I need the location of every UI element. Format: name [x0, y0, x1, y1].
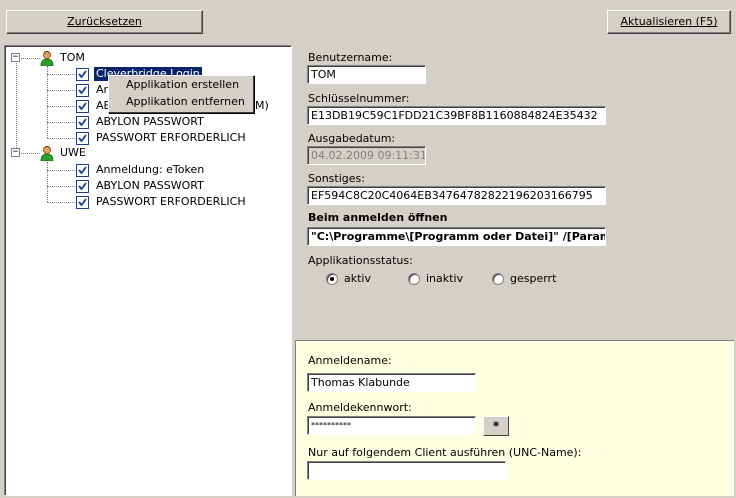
tree-line — [47, 162, 48, 202]
reveal-password-button[interactable]: * — [483, 416, 509, 436]
reset-button-label: Zurücksetzen — [67, 15, 142, 28]
tree-line — [47, 202, 75, 203]
check-icon — [78, 166, 87, 175]
tree-line — [47, 74, 75, 75]
status-radio-inactive[interactable]: inaktiv — [408, 272, 463, 285]
login-name-field[interactable]: Thomas Klabunde — [307, 373, 476, 392]
tree-item-tom-abylon-passwort[interactable]: ABYLON PASSWORT — [96, 115, 204, 129]
tree-user-tom[interactable]: TOM — [60, 51, 85, 65]
menu-item-remove-application[interactable]: Applikation entfernen — [109, 93, 253, 110]
tree-line — [47, 170, 75, 171]
tree-line — [47, 122, 75, 123]
login-name-label: Anmeldename: — [308, 354, 392, 367]
refresh-button[interactable]: Aktualisieren (F5) — [607, 10, 731, 34]
tree-line — [16, 58, 17, 154]
radio-button[interactable] — [408, 272, 420, 285]
tree-line — [47, 138, 75, 139]
check-icon — [78, 198, 87, 207]
checkbox-uwe-item-3[interactable] — [76, 196, 89, 209]
login-password-field[interactable]: ********** — [307, 416, 476, 435]
check-icon — [78, 70, 87, 79]
checkbox-tom-item-4[interactable] — [76, 116, 89, 129]
refresh-button-label: Aktualisieren (F5) — [620, 15, 718, 28]
checkbox-tom-item-5[interactable] — [76, 132, 89, 145]
context-menu: Applikation erstellen Applikation entfer… — [108, 75, 254, 113]
status-option-inactive: inaktiv — [426, 272, 464, 285]
application-status-label: Applikationsstatus: — [308, 254, 413, 267]
unc-client-label: Nur auf folgendem Client ausführen (UNC-… — [308, 446, 582, 459]
key-number-label: Schlüsselnummer: — [308, 92, 410, 105]
checkbox-tom-item-3[interactable] — [76, 100, 89, 113]
reset-button[interactable]: Zurücksetzen — [6, 10, 203, 34]
login-password-label: Anmeldekennwort: — [308, 401, 412, 414]
check-icon — [78, 118, 87, 127]
unc-client-field[interactable] — [307, 461, 506, 480]
tree-item-uwe-abylon-passwort[interactable]: ABYLON PASSWORT — [96, 179, 204, 193]
other-field[interactable]: EF594C8C20C4064EB34764782822196203166795 — [307, 186, 606, 205]
issue-date-label: Ausgabedatum: — [308, 132, 396, 145]
other-label: Sonstiges: — [308, 172, 365, 185]
menu-item-create-application[interactable]: Applikation erstellen — [109, 76, 253, 93]
check-icon — [78, 102, 87, 111]
radio-button[interactable] — [326, 272, 338, 285]
tree-item-uwe-anmeldung-etoken[interactable]: Anmeldung: eToken — [96, 163, 204, 177]
user-icon — [40, 146, 54, 161]
tree-line — [47, 186, 75, 187]
username-label: Benutzername: — [308, 51, 393, 64]
status-radio-active[interactable]: aktiv — [326, 272, 371, 285]
check-icon — [78, 86, 87, 95]
checkbox-tom-item-1[interactable] — [76, 68, 89, 81]
radio-button[interactable] — [492, 272, 504, 285]
tree-line — [47, 90, 75, 91]
user-icon — [40, 51, 54, 66]
tree-line — [47, 66, 48, 138]
tree-line — [47, 106, 75, 107]
issue-date-field: 04.02.2009 09:11:31 — [307, 146, 426, 165]
collapse-toggle-uwe[interactable]: − — [11, 148, 20, 157]
tree-user-uwe[interactable]: UWE — [60, 146, 86, 160]
checkbox-tom-item-2[interactable] — [76, 84, 89, 97]
check-icon — [78, 182, 87, 191]
status-option-locked: gesperrt — [510, 272, 557, 285]
status-radio-locked[interactable]: gesperrt — [492, 272, 556, 285]
checkbox-uwe-item-2[interactable] — [76, 180, 89, 193]
key-number-field[interactable]: E13DB19C59C1FDD21C39BF8B1160884824E35432 — [307, 106, 606, 125]
status-option-active: aktiv — [344, 272, 371, 285]
tree-item-uwe-passwort-erforderlich[interactable]: PASSWORT ERFORDERLICH — [96, 195, 246, 209]
open-on-login-label: Beim anmelden öffnen — [308, 211, 448, 224]
checkbox-uwe-item-1[interactable] — [76, 164, 89, 177]
tree-item-tom-passwort-erforderlich[interactable]: PASSWORT ERFORDERLICH — [96, 131, 246, 145]
username-field[interactable]: TOM — [307, 65, 426, 84]
open-on-login-field[interactable]: "C:\Programme\[Programm oder Datei]" /[P… — [307, 227, 606, 246]
collapse-toggle-tom[interactable]: − — [11, 53, 20, 62]
check-icon — [78, 134, 87, 143]
tree-item-tom-3-tail: M) — [255, 99, 269, 112]
